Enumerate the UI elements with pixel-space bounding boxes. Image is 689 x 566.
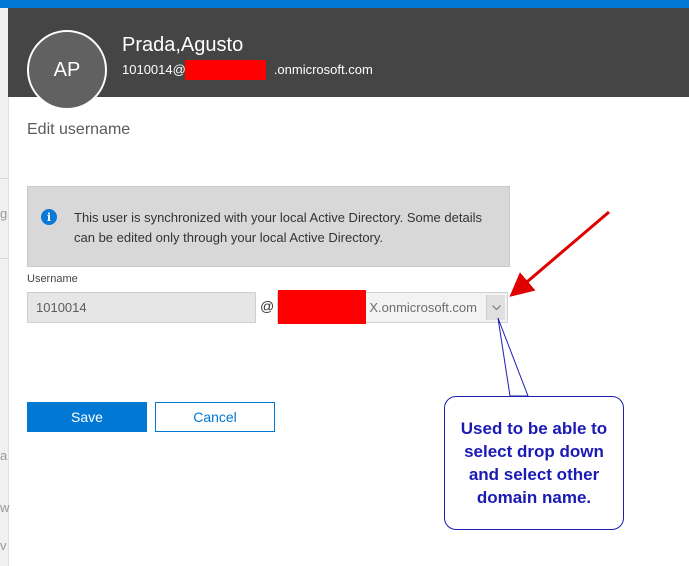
info-message-bar: i This user is synchronized with your lo…	[27, 186, 510, 267]
email-suffix: .onmicrosoft.com	[273, 62, 373, 77]
username-label: Username	[27, 273, 78, 285]
domain-selected-value: X.onmicrosoft.com	[369, 300, 477, 315]
edge-divider	[0, 178, 8, 179]
edge-divider	[0, 258, 8, 259]
user-header	[8, 8, 689, 97]
info-message-text: This user is synchronized with your loca…	[74, 210, 482, 245]
user-display-name: Prada,Agusto	[122, 34, 244, 56]
edge-text: a	[0, 448, 8, 463]
at-sign: @	[260, 298, 275, 314]
cancel-button[interactable]: Cancel	[155, 402, 275, 432]
red-arrow	[509, 210, 610, 297]
top-accent-bar	[0, 0, 689, 8]
avatar: AP	[27, 30, 107, 110]
callout-text: Used to be able to select drop down and …	[460, 419, 608, 507]
redaction-box	[185, 60, 266, 80]
panel-title: Edit username	[27, 121, 131, 138]
annotation-callout: Used to be able to select drop down and …	[444, 396, 624, 530]
username-input[interactable]: 1010014	[27, 292, 256, 323]
email-prefix: 1010014@	[122, 62, 186, 77]
info-icon: i	[41, 209, 57, 225]
redaction-box	[278, 290, 366, 324]
chevron-down-icon[interactable]	[486, 295, 505, 320]
edge-text: g	[0, 206, 8, 221]
save-button[interactable]: Save	[27, 402, 147, 432]
edge-text: w	[0, 500, 10, 515]
callout-pointer	[497, 317, 529, 397]
edge-text: v	[0, 538, 7, 553]
